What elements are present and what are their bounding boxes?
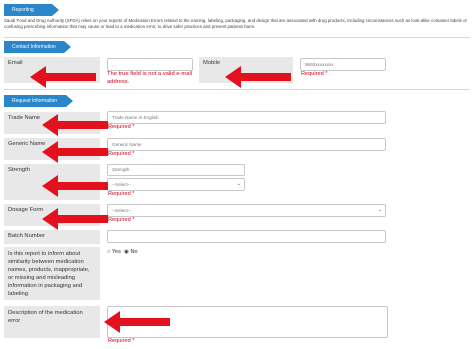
mobile-required: Required *	[301, 71, 328, 77]
intro-text: Saudi Food and Drug Authority (SFDA) rel…	[4, 18, 467, 29]
generic-name-field[interactable]: Generic Name	[107, 138, 386, 151]
chevron-down-icon: ⌄	[377, 207, 382, 213]
red-left-arrow-icon	[42, 208, 108, 230]
batch-number-label: Batch Number	[4, 230, 100, 244]
radio-yes-label: Yes	[111, 249, 121, 255]
radio-no-label: No	[130, 249, 138, 255]
strength-select[interactable]: --Select-- ⌄	[107, 178, 245, 191]
red-left-arrow-icon	[42, 141, 108, 163]
radio-no[interactable]: ◉ No	[124, 249, 138, 255]
dosage-form-required: Required *	[108, 217, 135, 223]
generic-name-required: Required *	[108, 151, 135, 157]
dosage-form-select-value: --Select--	[112, 208, 131, 213]
red-left-arrow-icon	[42, 175, 108, 197]
tab-contact-information: Contact Information	[4, 41, 71, 53]
radio-yes[interactable]: ○ Yes	[107, 249, 121, 255]
tab-request-information: Request Information	[4, 95, 73, 107]
red-left-arrow-icon	[225, 66, 291, 88]
red-left-arrow-icon	[42, 114, 108, 136]
similarity-question-label: Is this report to inform about similarit…	[4, 247, 100, 300]
tab-reporting-purpose: Reporting Purpose	[4, 4, 59, 25]
dosage-form-select[interactable]: --Select-- ⌄	[107, 204, 386, 217]
description-required: Required *	[108, 338, 135, 344]
chevron-down-icon: ⌄	[236, 181, 241, 187]
strength-field[interactable]: Strength	[107, 164, 245, 176]
description-label: Description of the medication error	[4, 306, 100, 338]
batch-number-field[interactable]	[107, 230, 386, 243]
strength-required: Required *	[108, 191, 135, 197]
divider	[4, 89, 470, 90]
strength-select-value: --Select--	[112, 182, 131, 187]
divider	[4, 37, 470, 38]
red-left-arrow-icon	[30, 66, 96, 88]
mobile-field[interactable]: 9665xxxxxxxx	[300, 58, 386, 71]
email-error: The true field is not a valid e-mail add…	[107, 71, 193, 85]
trade-name-required: Required *	[108, 124, 135, 130]
red-left-arrow-icon	[104, 311, 170, 333]
trade-name-field[interactable]: Trade Name in English	[107, 111, 386, 124]
